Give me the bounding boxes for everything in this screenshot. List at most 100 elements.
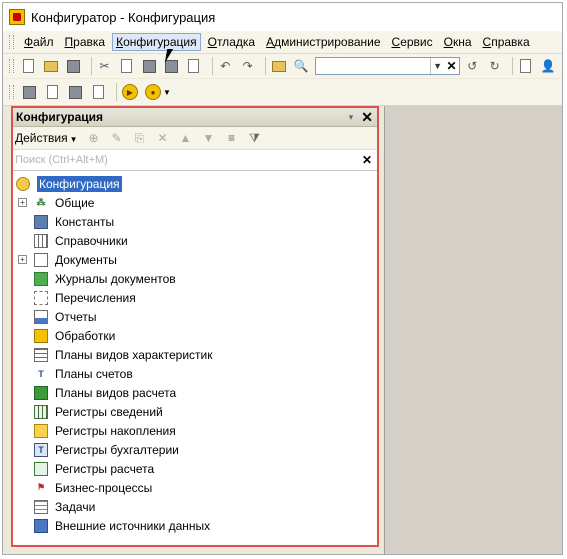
menu-grip[interactable]: [9, 35, 14, 49]
edit-button[interactable]: ✎: [109, 130, 125, 146]
find-in-folder-button[interactable]: [270, 57, 287, 75]
toolbar-grip[interactable]: [9, 59, 14, 73]
common-icon: ⁂: [36, 197, 46, 207]
print-preview-button[interactable]: [185, 57, 202, 75]
find-previous-button[interactable]: ↺: [464, 57, 481, 75]
tree-node-characteristic-types[interactable]: Планы видов характеристик: [13, 345, 377, 364]
accumulation-registers-icon: [34, 423, 48, 438]
tree-node-calculation-types[interactable]: Планы видов расчета: [13, 383, 377, 402]
menu-windows-label: кна: [452, 35, 472, 49]
pin-icon[interactable]: ▾: [349, 112, 354, 123]
tree-node-constants[interactable]: Константы: [13, 212, 377, 231]
save-button[interactable]: [65, 57, 82, 75]
menu-help-label: правка: [491, 35, 530, 49]
run-enterprise-button[interactable]: ●: [144, 83, 162, 101]
secondary-toolbar: ▶ ● ▼: [3, 79, 562, 106]
windows-button[interactable]: [517, 57, 534, 75]
delete-icon: ✕: [157, 131, 168, 145]
menu-edit-label: равка: [73, 35, 106, 49]
sort-button[interactable]: ≡: [224, 130, 240, 146]
tree-node-label: Документы: [55, 252, 117, 267]
clear-search-icon[interactable]: ✕: [360, 153, 374, 167]
copy-item-button[interactable]: ⎘: [132, 130, 148, 146]
start-debug-button[interactable]: ▶: [121, 83, 139, 101]
catalogs-icon: [34, 233, 48, 248]
menu-windows-accel: О: [443, 35, 453, 49]
close-icon[interactable]: ✕: [361, 109, 373, 126]
panel-search-input[interactable]: [13, 150, 360, 170]
chevron-down-icon[interactable]: ▼: [429, 58, 445, 74]
clear-search-icon[interactable]: ✕: [445, 59, 459, 73]
tree-root-node[interactable]: Конфигурация: [13, 174, 377, 193]
menu-file[interactable]: Файл: [20, 33, 58, 51]
new-file-button[interactable]: [20, 57, 37, 75]
tree-node-catalogs[interactable]: Справочники: [13, 231, 377, 250]
menu-configuration[interactable]: Конфигурация: [112, 33, 201, 51]
tree-node-accumulation-registers[interactable]: Регистры накопления: [13, 421, 377, 440]
cut-button[interactable]: ✂: [96, 57, 113, 75]
add-button[interactable]: ⊕: [86, 130, 102, 146]
redo-button[interactable]: ↷: [239, 57, 256, 75]
open-config-button[interactable]: [20, 83, 38, 101]
tree-node-document-journals[interactable]: Журналы документов: [13, 269, 377, 288]
filter-button[interactable]: ⧩: [247, 130, 263, 146]
properties-button[interactable]: [89, 83, 107, 101]
open-folder-icon: [43, 60, 58, 72]
menu-administration[interactable]: Администрирование: [262, 33, 384, 51]
move-up-button[interactable]: ▲: [178, 130, 194, 146]
tree-node-label: Перечисления: [55, 290, 136, 305]
expand-icon[interactable]: +: [18, 198, 27, 207]
menu-administration-accel: А: [266, 35, 275, 49]
play-icon: ▶: [122, 84, 138, 100]
tree-node-tasks[interactable]: Задачи: [13, 497, 377, 516]
tree-node-enumerations[interactable]: Перечисления: [13, 288, 377, 307]
workspace-area[interactable]: [384, 106, 562, 554]
copy-button[interactable]: [118, 57, 135, 75]
business-processes-icon: ⚑: [36, 482, 46, 492]
tree-node-label: Регистры накопления: [55, 423, 176, 438]
tree-node-chart-of-accounts[interactable]: Т Планы счетов: [13, 364, 377, 383]
tree-node-accounting-registers[interactable]: Т Регистры бухгалтерии: [13, 440, 377, 459]
menu-help[interactable]: Справка: [479, 33, 534, 51]
toolbar-separator: [90, 57, 92, 75]
information-registers-icon: [34, 404, 48, 419]
tree-node-external-data-sources[interactable]: Внешние источники данных: [13, 516, 377, 535]
menu-edit[interactable]: Правка: [61, 33, 110, 51]
actions-menu[interactable]: Действия ▼: [13, 131, 78, 145]
tree-node-calculation-registers[interactable]: Регистры расчета: [13, 459, 377, 478]
window-title: Конфигуратор - Конфигурация: [31, 9, 216, 25]
menu-debug[interactable]: Отладка: [204, 33, 259, 51]
menu-windows[interactable]: Окна: [440, 33, 476, 51]
tree-node-label: Планы видов характеристик: [55, 347, 213, 362]
tree-node-common[interactable]: + ⁂ Общие: [13, 193, 377, 212]
find-button[interactable]: 🔍: [293, 57, 310, 75]
chevron-down-icon: ▼: [69, 135, 78, 144]
open-file-button[interactable]: [42, 57, 59, 75]
find-next-button[interactable]: ↻: [486, 57, 503, 75]
undo-button[interactable]: ↶: [217, 57, 234, 75]
move-down-button[interactable]: ▼: [201, 130, 217, 146]
toolbar-grip[interactable]: [9, 85, 14, 99]
paste-icon: [142, 59, 156, 73]
tree-node-information-registers[interactable]: Регистры сведений: [13, 402, 377, 421]
tree-node-documents[interactable]: + Документы: [13, 250, 377, 269]
menu-service[interactable]: Сервис: [388, 33, 437, 51]
update-config-button[interactable]: [43, 83, 61, 101]
find-previous-icon: ↺: [467, 59, 478, 73]
tree-node-data-processors[interactable]: Обработки: [13, 326, 377, 345]
search-combo[interactable]: ▼ ✕: [314, 57, 460, 75]
database-config-button[interactable]: [66, 83, 84, 101]
tree-node-label: Обработки: [55, 328, 116, 343]
tree-node-label: Бизнес-процессы: [55, 480, 153, 495]
delete-button[interactable]: ✕: [155, 130, 171, 146]
accounting-registers-icon: Т: [34, 442, 48, 457]
user-button[interactable]: 👤: [540, 57, 557, 75]
chevron-down-icon[interactable]: ▼: [163, 88, 171, 97]
tree-node-reports[interactable]: Отчеты: [13, 307, 377, 326]
redo-icon: ↷: [242, 59, 253, 73]
tree-node-label: Константы: [55, 214, 115, 229]
tree-node-business-processes[interactable]: ⚑ Бизнес-процессы: [13, 478, 377, 497]
paste-button[interactable]: [141, 57, 158, 75]
mouse-cursor-icon: [164, 49, 180, 63]
expand-icon[interactable]: +: [18, 255, 27, 264]
